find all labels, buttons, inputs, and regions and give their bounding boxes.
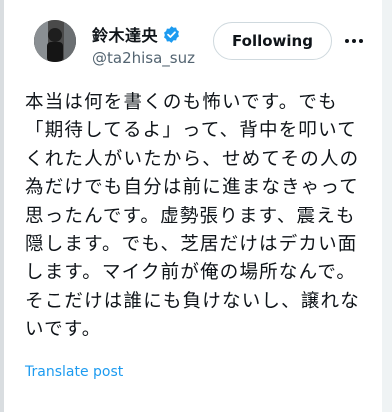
tweet-text: 本当は何を書くのも怖いです。でも「期待してるよ」って、背中を叩いてくれた人がいた… (25, 92, 360, 341)
window-left-border (0, 0, 4, 412)
more-options-button[interactable] (340, 28, 368, 54)
translate-post-link[interactable]: Translate post (25, 364, 123, 380)
author-handle[interactable]: @ta2hisa_suz (92, 49, 202, 67)
verified-badge-icon (164, 25, 179, 43)
author-display-name[interactable]: 鈴木達央 (92, 22, 158, 46)
window-right-border (382, 0, 392, 412)
avatar[interactable] (34, 20, 76, 62)
following-button[interactable]: Following (213, 22, 332, 60)
author-name-row: 鈴木達央 (92, 22, 181, 46)
more-horizontal-icon (345, 39, 363, 43)
avatar-photo (34, 20, 76, 62)
